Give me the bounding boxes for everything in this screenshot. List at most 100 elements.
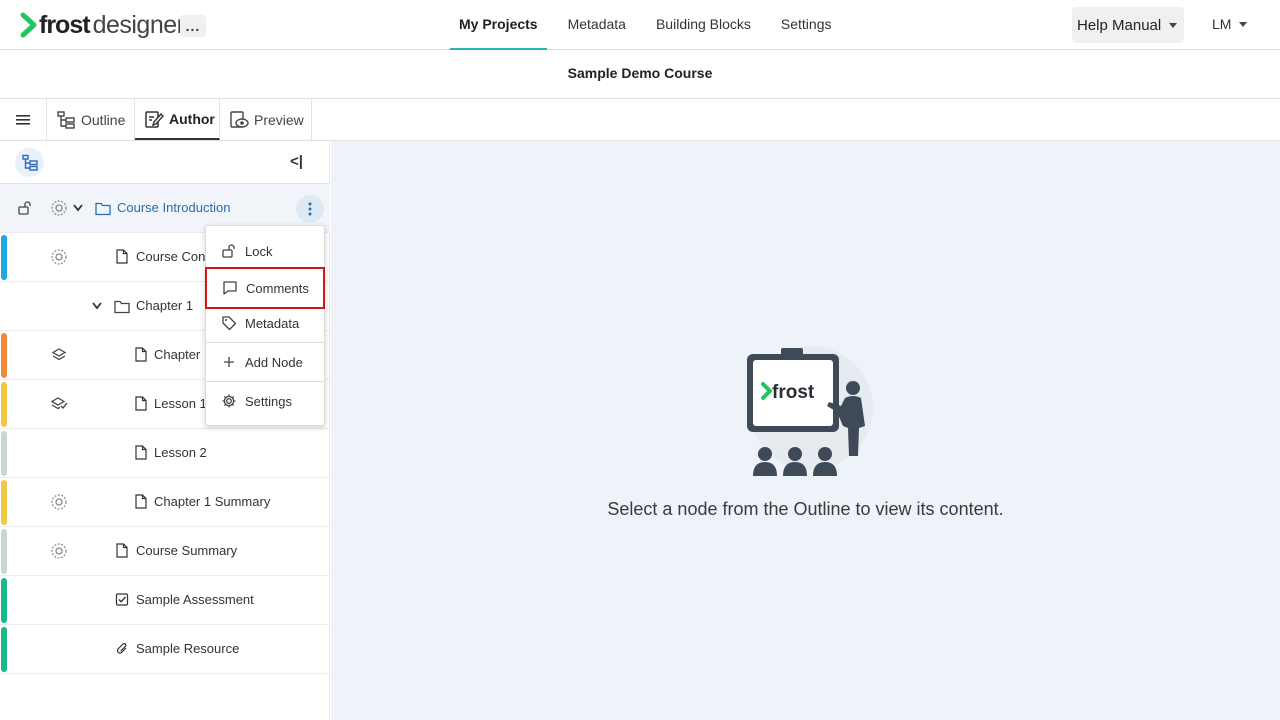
outline-panel-header: <| <box>0 141 330 184</box>
tab-author-label: Author <box>169 110 215 127</box>
status-bar <box>1 382 7 427</box>
kebab-icon <box>308 202 312 216</box>
outline-row-label: Lesson 2 <box>154 445 207 460</box>
page-icon <box>116 543 128 558</box>
main-nav: My Projects Metadata Building Blocks Set… <box>450 0 853 50</box>
status-bar <box>1 235 7 280</box>
teacher-presentation-illustration: frost <box>747 346 873 476</box>
content-area: frost Select a node from the Outline to … <box>331 141 1280 720</box>
illustration-logo-text: frost <box>772 382 815 403</box>
menu-item-add-node[interactable]: Add Node <box>206 345 324 379</box>
nav-metadata[interactable]: Metadata <box>559 0 635 50</box>
view-tabs-bar: Outline Author Preview <box>0 99 1280 141</box>
nav-building-blocks[interactable]: Building Blocks <box>647 0 760 50</box>
tag-icon <box>222 316 237 331</box>
folder-icon <box>95 202 111 216</box>
menu-item-comments[interactable]: Comments <box>205 267 325 309</box>
hamburger-menu-button[interactable] <box>0 99 47 140</box>
outline-row-label: Sample Resource <box>136 641 240 656</box>
menu-item-label: Metadata <box>245 315 300 331</box>
user-initials: LM <box>1212 16 1232 32</box>
outline-row-label: Course Introduction <box>117 200 231 215</box>
assessment-checkbox-icon <box>115 593 129 606</box>
gear-icon <box>222 394 236 408</box>
paperclip-icon <box>116 642 127 654</box>
caret-down-icon <box>1239 21 1248 27</box>
outline-row-course-summary[interactable]: Course Summary <box>0 527 330 576</box>
lock-open-icon[interactable] <box>17 200 33 216</box>
more-button[interactable]: ... <box>180 15 206 37</box>
menu-item-lock[interactable]: Lock <box>206 234 324 268</box>
course-title: Sample Demo Course <box>0 50 1280 99</box>
tree-view-button[interactable] <box>15 148 44 177</box>
tab-author[interactable]: Author <box>135 99 220 140</box>
outline-row-label: Course Summary <box>136 543 238 558</box>
nav-settings[interactable]: Settings <box>772 0 841 50</box>
menu-item-label: Add Node <box>245 354 303 370</box>
help-manual-dropdown[interactable]: Help Manual <box>1072 7 1184 43</box>
outline-row-sample-assessment[interactable]: Sample Assessment <box>0 576 330 625</box>
status-bar <box>1 480 7 525</box>
tab-preview[interactable]: Preview <box>220 99 312 140</box>
outline-row-lesson-2[interactable]: Lesson 2 <box>0 429 330 478</box>
outline-row-label: Chapter 1 <box>136 298 194 313</box>
logo-word-designer: designer <box>92 10 185 39</box>
outline-icon <box>57 110 75 129</box>
nav-my-projects[interactable]: My Projects <box>450 0 547 50</box>
outline-row-chapter-1-summary[interactable]: Chapter 1 Summary <box>0 478 330 527</box>
folder-icon <box>114 300 130 314</box>
menu-item-label: Comments <box>246 280 309 296</box>
outline-row-label: Chapter <box>154 347 201 362</box>
tab-preview-label: Preview <box>254 111 304 128</box>
author-icon <box>145 110 164 128</box>
frost-chevron-icon <box>20 12 37 38</box>
draft-gear-icon <box>51 200 67 216</box>
draft-gear-icon <box>51 494 67 510</box>
outline-row-label: Sample Assessment <box>136 592 254 607</box>
page-icon <box>135 347 147 362</box>
empty-state-message: Select a node from the Outline to view i… <box>607 499 1004 519</box>
help-manual-label: Help Manual <box>1077 16 1162 34</box>
row-context-menu: Lock Comments Metadata Add Node Settings <box>205 225 325 426</box>
page-icon <box>135 445 147 460</box>
status-bar <box>1 431 7 476</box>
caret-down-icon <box>1169 22 1178 28</box>
plus-icon <box>224 357 234 367</box>
chevron-down-icon[interactable] <box>91 301 103 311</box>
page-icon <box>135 494 147 509</box>
tree-icon <box>21 154 38 171</box>
lock-icon <box>222 244 235 258</box>
comment-icon <box>223 281 237 295</box>
status-bar <box>1 529 7 574</box>
status-bar <box>1 627 7 672</box>
outline-row-label: Course Cont <box>136 249 209 264</box>
menu-item-metadata[interactable]: Metadata <box>206 306 324 340</box>
top-navbar: frost designer ... My Projects Metadata … <box>0 0 1280 50</box>
logo-word-frost: frost <box>39 10 91 39</box>
tab-outline-label: Outline <box>81 111 126 128</box>
draft-gear-icon <box>51 249 67 265</box>
outline-row-label: Lesson 1 <box>154 396 207 411</box>
status-bar <box>1 333 7 378</box>
layers-icon <box>51 348 67 361</box>
menu-item-label: Lock <box>245 243 273 259</box>
status-bar <box>1 578 7 623</box>
chevron-down-icon[interactable] <box>72 203 84 213</box>
draft-gear-icon <box>51 543 67 559</box>
page-icon <box>116 249 128 264</box>
tab-outline[interactable]: Outline <box>47 99 135 140</box>
preview-icon <box>230 110 249 128</box>
outline-row-label: Chapter 1 Summary <box>154 494 271 509</box>
collapse-panel-button[interactable]: <| <box>290 153 303 170</box>
menu-item-label: Settings <box>245 393 292 409</box>
menu-divider <box>206 342 324 343</box>
row-options-button[interactable] <box>296 195 324 223</box>
user-menu[interactable]: LM <box>1212 16 1248 32</box>
menu-divider <box>206 381 324 382</box>
page-icon <box>135 396 147 411</box>
app-logo[interactable]: frost designer <box>20 10 185 40</box>
hamburger-icon <box>16 114 30 125</box>
menu-item-settings[interactable]: Settings <box>206 384 324 418</box>
outline-row-sample-resource[interactable]: Sample Resource <box>0 625 330 674</box>
layers-check-icon <box>50 397 68 410</box>
